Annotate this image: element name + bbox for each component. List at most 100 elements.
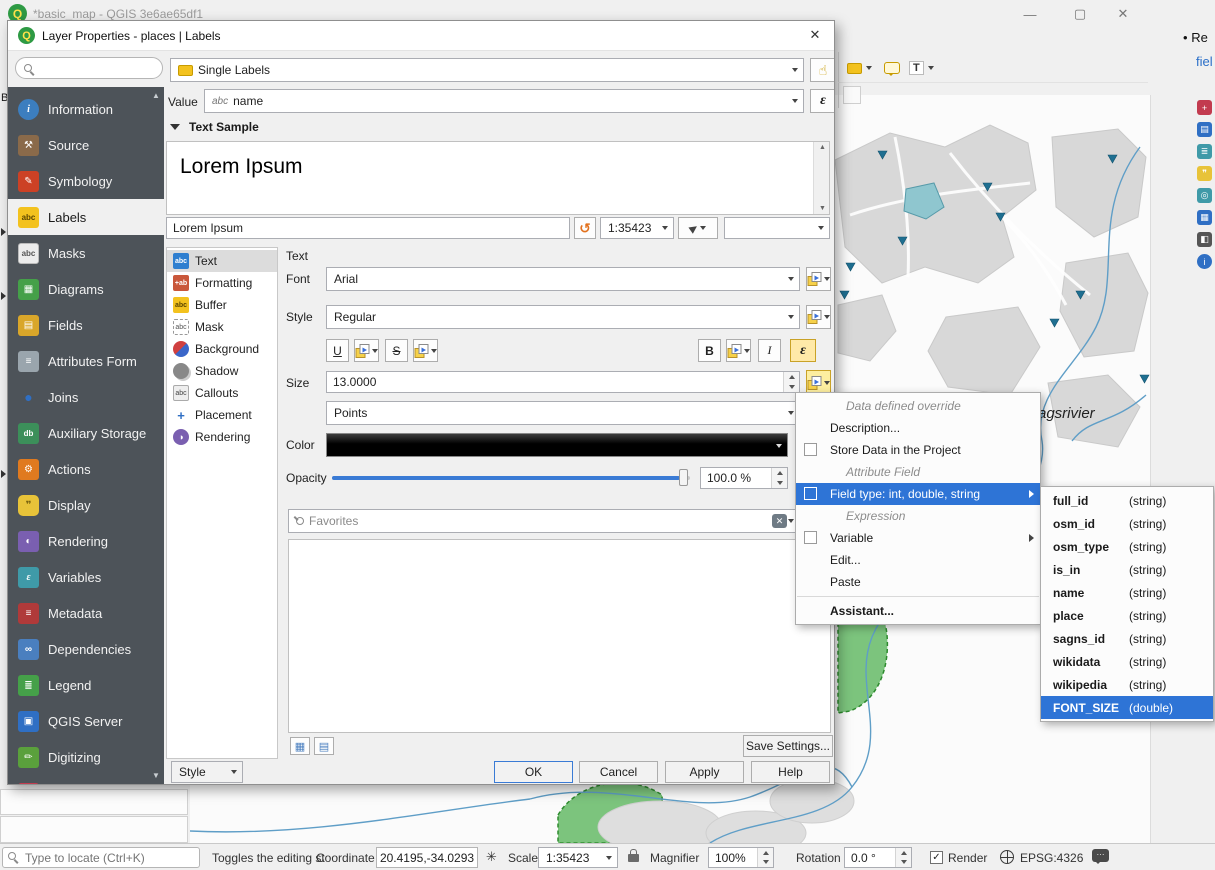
underline-dd-button[interactable] [354,339,379,362]
map-scale-tool-button[interactable]: ▶ [678,217,718,239]
rotation-spinbox[interactable]: 0.0 ° [844,847,912,868]
checkbox-icon[interactable] [804,487,817,500]
locate-input[interactable] [2,847,200,868]
tab-text[interactable]: abcText [167,250,277,272]
field-item[interactable]: wikipedia(string) [1041,673,1213,696]
opacity-slider[interactable] [332,469,690,487]
tab-formatting[interactable]: +abFormatting [167,272,277,294]
lock-icon[interactable] [628,854,639,862]
panel-collapse-icon[interactable] [1,228,6,236]
tab-mask[interactable]: abcMask [167,316,277,338]
map-tips-button[interactable] [880,56,904,80]
bold-button[interactable]: B [698,339,721,362]
render-checkbox[interactable]: ✓ [930,851,943,864]
help-button[interactable]: Help [751,761,830,783]
sidebar-item-digitizing[interactable]: ✏Digitizing [8,739,164,775]
dialog-close-button[interactable]: ✕ [804,27,826,45]
reset-sample-button[interactable]: ↺ [574,217,596,239]
sidebar-item-fields[interactable]: ▤Fields [8,307,164,343]
sidebar-item-diagrams[interactable]: ▦Diagrams [8,271,164,307]
size-spinbox[interactable]: 13.0000 [326,371,800,393]
apply-button[interactable]: Apply [665,761,744,783]
sidebar-item-dependencies[interactable]: ∞Dependencies [8,631,164,667]
strikethrough-button[interactable]: S [385,339,408,362]
cancel-button[interactable]: Cancel [579,761,658,783]
field-item[interactable]: osm_type(string) [1041,535,1213,558]
sidebar-item-actions[interactable]: ⚙Actions [8,451,164,487]
toolbar-misc-icon[interactable] [843,86,861,104]
tab-placement[interactable]: +Placement [167,404,277,426]
field-item[interactable]: osm_id(string) [1041,512,1213,535]
crs-label[interactable]: EPSG:4326 [1020,851,1083,865]
ok-button[interactable]: OK [494,761,573,783]
dock-panel-icon[interactable]: i [1197,254,1212,269]
coordinate-input[interactable] [376,847,478,868]
sidebar-item-auxiliary-storage[interactable]: dbAuxiliary Storage [8,415,164,451]
sample-scale-select[interactable]: 1:35423 [600,217,674,239]
sidebar-item-masks[interactable]: abcMasks [8,235,164,271]
checkbox-icon[interactable] [804,443,817,456]
text-annotation-button[interactable]: T [905,56,938,80]
log-messages-icon[interactable]: ··· [1092,849,1109,862]
value-field-select[interactable]: abc name [204,89,804,113]
dock-panel-icon[interactable]: ▤ [1197,122,1212,137]
panel-collapse-icon[interactable] [1,470,6,478]
italic-expression-button[interactable]: ε [790,339,816,362]
menu-item-store-data[interactable]: Store Data in the Project [796,439,1040,461]
dock-panel-icon[interactable]: ◧ [1197,232,1212,247]
close-button[interactable]: ✕ [1105,2,1141,26]
sidebar-item-rendering[interactable]: ◐Rendering [8,523,164,559]
menu-item-edit[interactable]: Edit... [796,549,1040,571]
tab-buffer[interactable]: abcBuffer [167,294,277,316]
magnifier-spinbox[interactable]: 100% [708,847,774,868]
sidebar-item-information[interactable]: iInformation [8,91,164,127]
bold-dd-button[interactable] [726,339,751,362]
save-settings-button[interactable]: Save Settings... [743,735,833,757]
sidebar-item-variables[interactable]: εVariables [8,559,164,595]
field-item[interactable]: place(string) [1041,604,1213,627]
italic-button[interactable]: I [758,339,781,362]
minimize-button[interactable]: — [1012,2,1048,26]
text-sample-collapse-icon[interactable] [170,124,180,130]
preview-scrollbar[interactable]: ▲ ▼ [813,142,829,214]
field-item[interactable]: wikidata(string) [1041,650,1213,673]
dock-panel-icon[interactable]: ❞ [1197,166,1212,181]
sidebar-item-metadata[interactable]: ≡Metadata [8,595,164,631]
sidebar-item-qgis-server[interactable]: ▣QGIS Server [8,703,164,739]
tab-rendering[interactable]: ◑Rendering [167,426,277,448]
label-toolbar-button[interactable] [843,56,876,80]
font-dd-button[interactable] [806,267,831,291]
style-dd-button[interactable] [806,305,831,329]
dialog-search-input[interactable] [15,57,163,79]
panel-collapse-icon[interactable] [1,292,6,300]
color-swatch-button[interactable] [326,433,788,457]
preview-options-select[interactable] [724,217,830,239]
sidebar-item-source[interactable]: ⚒Source [8,127,164,163]
menu-item-field-type[interactable]: Field type: int, double, string [796,483,1040,505]
list-view-button[interactable]: ▤ [314,737,334,755]
maximize-button[interactable]: ▢ [1062,2,1098,26]
sidebar-scroll-up-icon[interactable]: ▲ [152,91,160,100]
underline-button[interactable]: U [326,339,349,362]
favorites-clear-icon[interactable]: ✕ [772,514,787,528]
favorites-search-select[interactable]: Favorites ✕ [288,509,800,533]
field-item[interactable]: name(string) [1041,581,1213,604]
sidebar-item-3d-view[interactable]: ◆3D View [8,775,164,785]
menu-item-description[interactable]: Description... [796,417,1040,439]
tab-shadow[interactable]: Shadow [167,360,277,382]
opacity-spinbox[interactable]: 100.0 % [700,467,788,489]
sidebar-item-labels[interactable]: abcLabels [8,199,164,235]
right-panel-link[interactable]: fiel [1196,54,1213,69]
tab-background[interactable]: Background [167,338,277,360]
expression-builder-button[interactable]: ε [810,89,835,113]
font-style-select[interactable]: Regular [326,305,800,329]
menu-item-variable[interactable]: Variable [796,527,1040,549]
sidebar-item-symbology[interactable]: ✎Symbology [8,163,164,199]
dock-panel-icon[interactable]: ▦ [1197,210,1212,225]
menu-item-assistant[interactable]: Assistant... [796,600,1040,622]
field-item[interactable]: full_id(string) [1041,489,1213,512]
dock-panel-icon[interactable]: + [1197,100,1212,115]
field-item[interactable]: is_in(string) [1041,558,1213,581]
tab-callouts[interactable]: abcCallouts [167,382,277,404]
dock-panel-icon[interactable]: ◎ [1197,188,1212,203]
